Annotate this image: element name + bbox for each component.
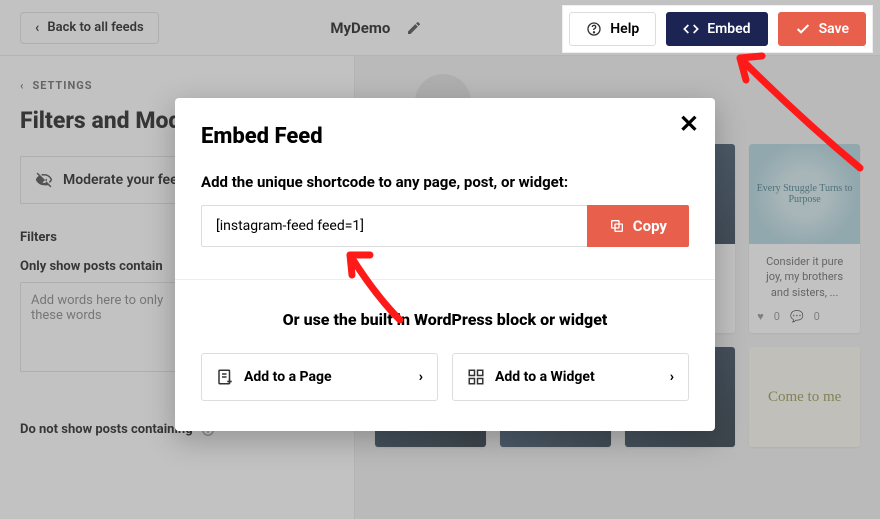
shortcode-input[interactable]: [201, 205, 587, 247]
chevron-right-icon: ›: [419, 369, 423, 385]
chevron-right-icon: ›: [670, 369, 674, 385]
embed-modal: ✕ Embed Feed Add the unique shortcode to…: [175, 98, 715, 431]
copy-icon: [609, 218, 625, 234]
modal-title: Embed Feed: [201, 124, 689, 149]
close-icon[interactable]: ✕: [679, 112, 699, 136]
code-icon: [683, 21, 699, 37]
check-icon: [795, 21, 811, 37]
widget-icon: [467, 368, 485, 386]
page-plus-icon: [216, 368, 234, 386]
help-icon: [586, 21, 602, 37]
add-to-page-button[interactable]: Add to a Page ›: [201, 353, 438, 401]
add-to-widget-button[interactable]: Add to a Widget ›: [452, 353, 689, 401]
help-button[interactable]: Help: [569, 12, 656, 46]
modal-subtitle: Add the unique shortcode to any page, po…: [201, 173, 689, 191]
embed-button[interactable]: Embed: [666, 12, 767, 46]
save-button[interactable]: Save: [778, 12, 866, 46]
modal-or-line: Or use the built in WordPress block or w…: [201, 310, 689, 329]
copy-button[interactable]: Copy: [587, 205, 689, 247]
